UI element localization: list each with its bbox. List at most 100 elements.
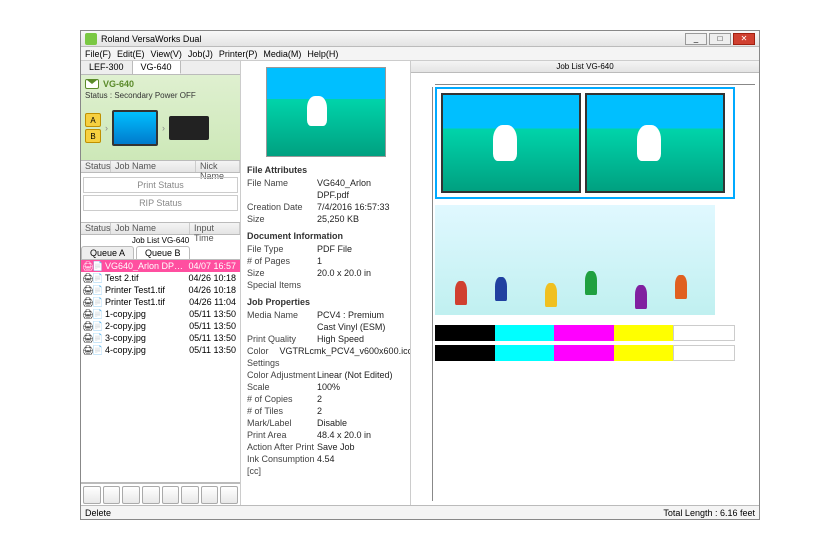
app-window: Roland VersaWorks Dual _ □ ✕ File(F) Edi… [80,30,760,520]
kv-value: 100% [317,381,404,393]
kv-row: File TypePDF File [247,243,404,255]
tb-btn-2[interactable] [103,486,121,504]
kv-row: Color SettingsVGTRLcmk_PCV4_v600x600.icc [247,345,404,369]
color-bar-2 [435,345,735,361]
job-name: 2-copy.jpg [103,321,188,331]
tb-btn-3[interactable] [122,486,140,504]
kv-key: Media Name [247,309,317,333]
job-time: 05/11 13:50 [188,345,238,355]
job-name: Test 2.tif [103,273,188,283]
minimize-button[interactable]: _ [685,33,707,45]
job-list[interactable]: 🖨📄VG640_Arlon DPF.pdf04/07 16:57🖨📄Test 2… [81,260,240,483]
kv-row: File NameVG640_Arlon DPF.pdf [247,177,404,201]
kv-row: Print QualityHigh Speed [247,333,404,345]
queue-b-icon[interactable]: B [85,129,101,143]
menu-printer[interactable]: Printer(P) [219,49,258,59]
kv-key: Action After Print [247,441,317,453]
job-name: Printer Test1.tif [103,285,188,295]
queue-b-tab[interactable]: Queue B [136,246,190,259]
tb-btn-8[interactable] [220,486,238,504]
job-row[interactable]: 🖨📄Test 2.tif04/26 10:18 [81,272,240,284]
kv-value: VG640_Arlon DPF.pdf [317,177,404,201]
kv-key: Size [247,213,317,225]
device-name: VG-640 [103,79,134,89]
kv-key: Color Settings [247,345,280,369]
kv-value: 20.0 x 20.0 in [317,267,404,279]
job-row[interactable]: 🖨📄VG640_Arlon DPF.pdf04/07 16:57 [81,260,240,272]
print-status-bar: Print Status [83,177,238,193]
queue-a-tab[interactable]: Queue A [81,246,134,259]
job-type-icon: 📄 [93,273,103,284]
selected-artboard[interactable] [435,87,735,199]
menubar: File(F) Edit(E) View(V) Job(J) Printer(P… [81,47,759,61]
color-bar-1 [435,325,735,341]
queue-a-icon[interactable]: A [85,113,101,127]
kv-row: Print Area48.4 x 20.0 in [247,429,404,441]
kv-value: Linear (Not Edited) [317,369,404,381]
kv-row: Mark/LabelDisable [247,417,404,429]
job-name: 3-copy.jpg [103,333,188,343]
kv-key: File Name [247,177,317,201]
tb-btn-6[interactable] [181,486,199,504]
menu-file[interactable]: File(F) [85,49,111,59]
maximize-button[interactable]: □ [709,33,731,45]
job-time: 05/11 13:50 [188,321,238,331]
kv-row: # of Copies2 [247,393,404,405]
kv-key: Creation Date [247,201,317,213]
kv-value: 2 [317,393,404,405]
printer-icon [169,116,209,140]
titlebar[interactable]: Roland VersaWorks Dual _ □ ✕ [81,31,759,47]
preview-canvas[interactable] [411,73,759,505]
kv-value: PCV4 : Premium Cast Vinyl (ESM) [317,309,404,333]
preview-image-1[interactable] [441,93,581,193]
menu-help[interactable]: Help(H) [307,49,338,59]
job-row[interactable]: 🖨📄1-copy.jpg05/11 13:50 [81,308,240,320]
job-row[interactable]: 🖨📄3-copy.jpg05/11 13:50 [81,332,240,344]
file-attr-list: File NameVG640_Arlon DPF.pdfCreation Dat… [247,177,404,225]
tb-btn-5[interactable] [162,486,180,504]
job-list-header: Status Job Name Input Time [81,223,240,235]
menu-view[interactable]: View(V) [151,49,182,59]
left-toolbar [81,483,240,505]
section-doc-info: Document Information [247,231,404,241]
job-type-icon: 📄 [93,345,103,356]
close-button[interactable]: ✕ [733,33,755,45]
kv-row: # of Tiles2 [247,405,404,417]
job-type-icon: 📄 [93,321,103,332]
tab-vg640[interactable]: VG-640 [133,61,181,74]
job-time: 04/07 16:57 [188,261,238,271]
device-tabs: LEF-300 VG-640 [81,61,240,75]
main-body: LEF-300 VG-640 VG-640 Status : Secondary… [81,61,759,505]
kv-row: Media NamePCV4 : Premium Cast Vinyl (ESM… [247,309,404,333]
status-panel: Print Status RIP Status [81,173,240,223]
job-row[interactable]: 🖨📄2-copy.jpg05/11 13:50 [81,320,240,332]
job-type-icon: 📄 [93,297,103,308]
kv-row: Color AdjustmentLinear (Not Edited) [247,369,404,381]
kv-value [317,279,404,291]
kv-key: Scale [247,381,317,393]
app-icon [85,33,97,45]
preview-image-2[interactable] [585,93,725,193]
tb-btn-7[interactable] [201,486,219,504]
job-row[interactable]: 🖨📄4-copy.jpg05/11 13:50 [81,344,240,356]
job-row[interactable]: 🖨📄Printer Test1.tif04/26 10:18 [81,284,240,296]
kv-value: 2 [317,405,404,417]
tb-btn-4[interactable] [142,486,160,504]
kv-key: Mark/Label [247,417,317,429]
preview-image-people[interactable] [435,205,715,315]
hdr-status: Status [81,161,111,172]
menu-job[interactable]: Job(J) [188,49,213,59]
menu-media[interactable]: Media(M) [263,49,301,59]
tb-btn-1[interactable] [83,486,101,504]
job-row[interactable]: 🖨📄Printer Test1.tif04/26 11:04 [81,296,240,308]
left-panel: LEF-300 VG-640 VG-640 Status : Secondary… [81,61,241,505]
device-panel: VG-640 Status : Secondary Power OFF A B … [81,75,240,161]
hdr2-jobname: Job Name [111,223,190,234]
device-status: Status : Secondary Power OFF [85,91,236,100]
preview-header: Job List VG-640 [411,61,759,73]
menu-edit[interactable]: Edit(E) [117,49,145,59]
kv-value: 25,250 KB [317,213,404,225]
kv-row: Ink Consumption [cc]4.54 [247,453,404,477]
kv-key: Color Adjustment [247,369,317,381]
tab-lef300[interactable]: LEF-300 [81,61,133,74]
